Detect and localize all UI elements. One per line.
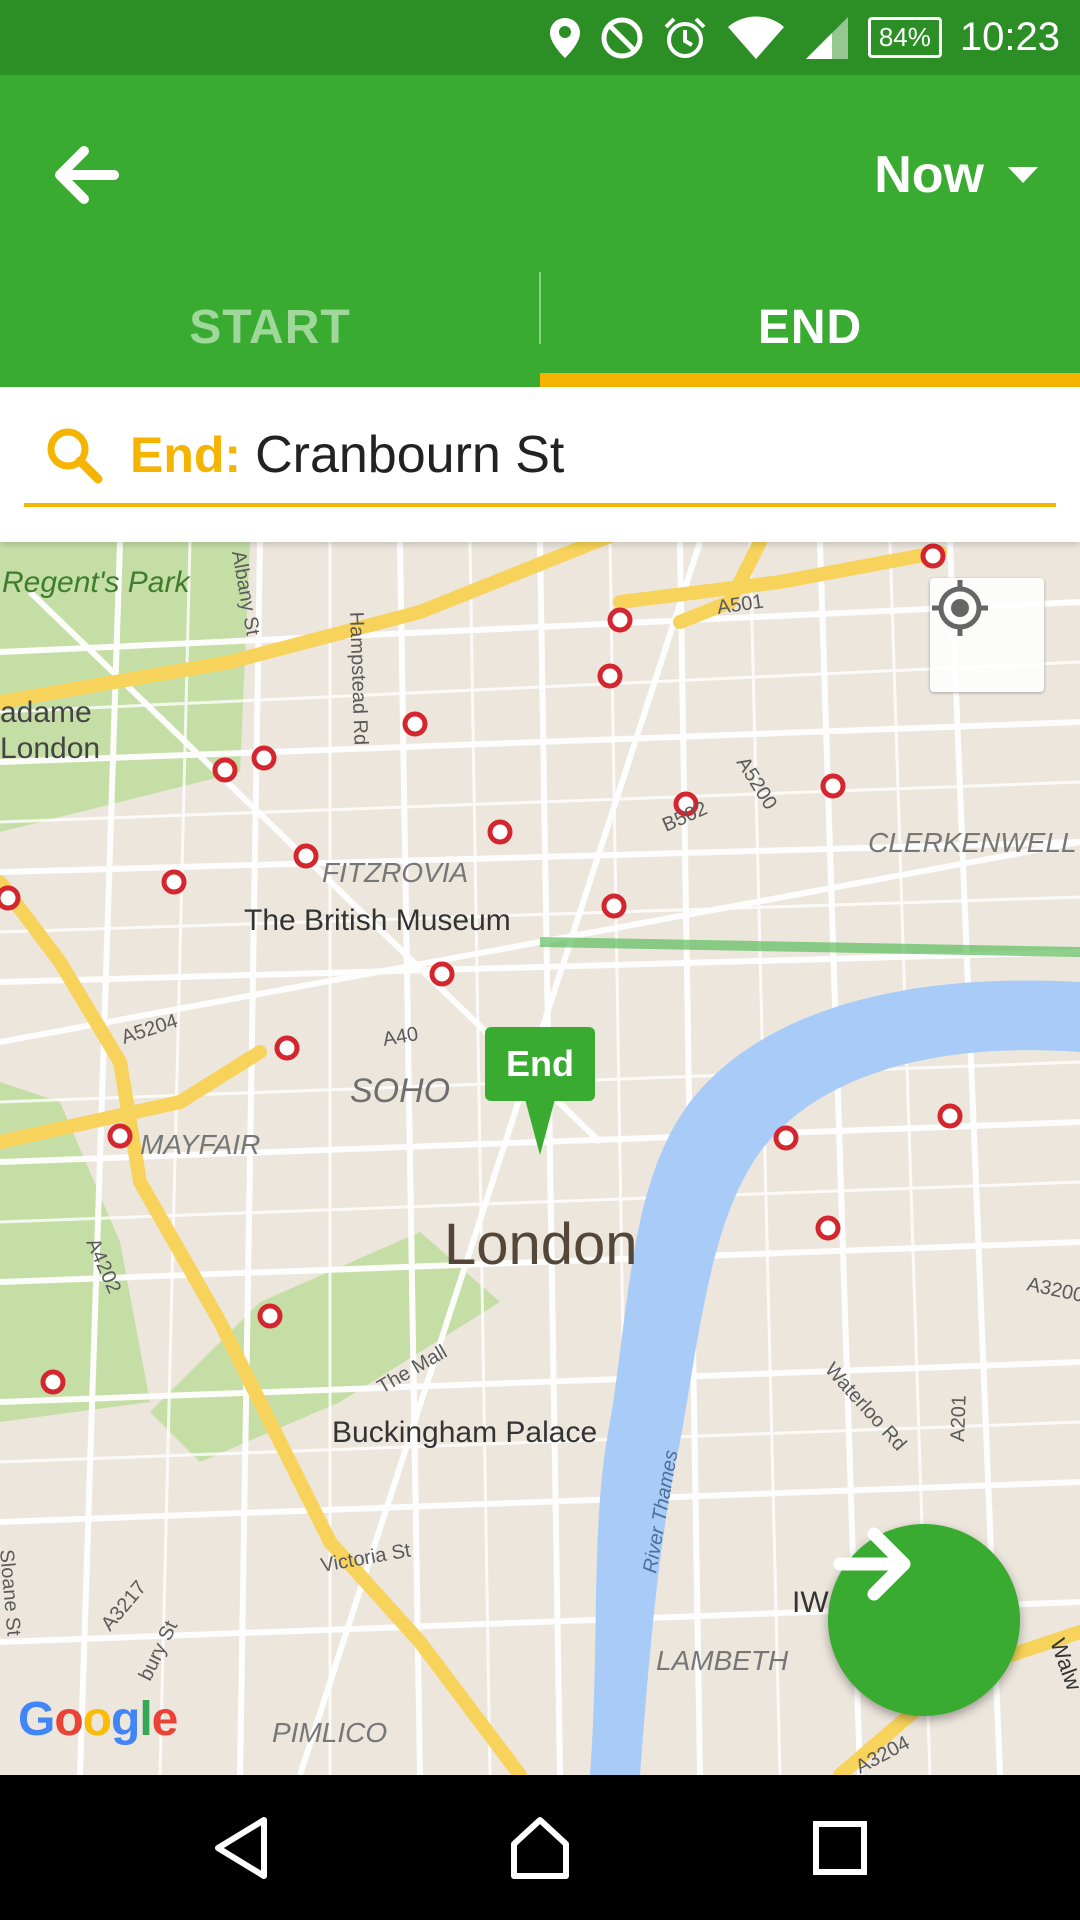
time-selector-label: Now <box>874 146 984 204</box>
map-view[interactable]: Regent's Park adame London Albany St Ham… <box>0 542 1080 1775</box>
tab-start[interactable]: START <box>0 267 540 387</box>
recents-icon <box>813 1820 867 1875</box>
map-label-pimlico: PIMLICO <box>272 1717 387 1748</box>
map-label-bury-st: bury St <box>135 1617 183 1684</box>
map-label-london: London <box>444 1212 638 1277</box>
time-selector[interactable]: Now <box>874 135 1040 215</box>
search-icon <box>47 428 103 484</box>
nav-back-button[interactable] <box>172 1775 312 1920</box>
location-icon <box>549 17 580 58</box>
arrow-right-icon <box>833 1527 911 1601</box>
map-label-mayfair: MAYFAIR <box>140 1129 260 1160</box>
map-label-sloane-st: Sloane St <box>0 1549 25 1638</box>
back-button[interactable] <box>40 130 130 220</box>
battery-icon: 84% <box>867 17 942 58</box>
map-label-british-museum: The British Museum <box>244 904 511 937</box>
home-icon <box>511 1816 569 1879</box>
app-bar: Now START END <box>0 75 1080 387</box>
status-bar: 84% 10:23 <box>0 0 1080 75</box>
map-label-lambeth: LAMBETH <box>656 1645 789 1676</box>
map-label-walw: Walw <box>1045 1635 1080 1693</box>
tab-bar: START END <box>0 267 1080 387</box>
map-label-a3200: A3200 <box>1025 1273 1080 1307</box>
status-icons: 84% 10:23 <box>548 0 1060 75</box>
map-label-buckingham-palace: Buckingham Palace <box>332 1416 597 1449</box>
nav-home-button[interactable] <box>470 1775 610 1920</box>
map-label-a201: A201 <box>947 1395 971 1442</box>
end-marker[interactable]: End <box>485 1027 595 1155</box>
alarm-icon <box>664 17 706 58</box>
map-label-madame: adame <box>0 696 92 729</box>
do-not-disturb-icon <box>601 17 643 58</box>
map-label-iw: IW <box>792 1586 829 1619</box>
google-logo: Google <box>18 1693 178 1746</box>
map-label-london-small: London <box>0 732 100 765</box>
search-prefix: End: <box>130 427 242 483</box>
arrow-left-icon <box>55 146 119 204</box>
route-line <box>539 937 1080 957</box>
map-label-a40: A40 <box>381 1023 420 1051</box>
map-label-waterloo-rd: Waterloo Rd <box>820 1359 910 1456</box>
tab-end[interactable]: END <box>540 267 1080 387</box>
navigation-bar <box>0 1775 1080 1920</box>
my-location-button[interactable] <box>930 578 1044 692</box>
end-marker-pin <box>525 1099 555 1155</box>
search-input[interactable]: End: Cranbourn St <box>24 407 1056 507</box>
next-button[interactable] <box>828 1524 1020 1716</box>
status-time: 10:23 <box>959 15 1060 59</box>
signal-icon <box>805 16 848 59</box>
tab-indicator <box>540 373 1080 387</box>
map-label-regents-park: Regent's Park <box>2 566 191 599</box>
my-location-icon <box>932 580 988 636</box>
wifi-icon <box>727 16 784 59</box>
dropdown-arrow-icon <box>1008 167 1038 183</box>
map-label-a3217: A3217 <box>97 1577 151 1635</box>
map-label-clerkenwell: CLERKENWELL <box>868 827 1077 858</box>
end-marker-label: End <box>485 1027 595 1101</box>
search-bar: End: Cranbourn St <box>0 387 1080 542</box>
map-label-hampstead-rd: Hampstead Rd <box>345 611 372 745</box>
back-icon <box>215 1816 267 1879</box>
map-label-fitzrovia: FITZROVIA <box>322 857 468 888</box>
tab-divider <box>539 272 541 344</box>
nav-recents-button[interactable] <box>770 1775 910 1920</box>
search-value: Cranbourn St <box>255 426 565 484</box>
map-label-soho: SOHO <box>350 1072 450 1110</box>
